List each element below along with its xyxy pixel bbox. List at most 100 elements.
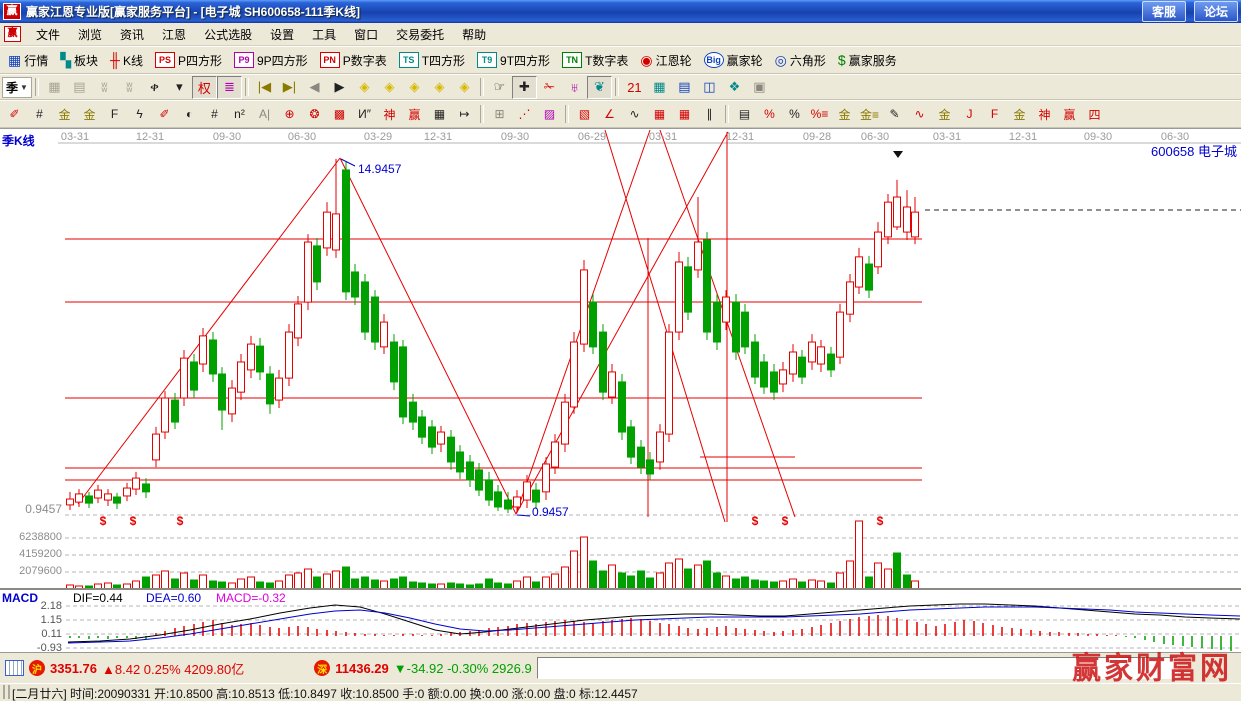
t9-square-button[interactable]: T99T四方形 <box>471 50 556 70</box>
p-number-table-button[interactable]: PNP数字表 <box>314 50 393 70</box>
calendar-button[interactable]: 21 <box>622 76 647 99</box>
percent-levels-tool[interactable]: %≡ <box>807 103 832 126</box>
wave-mark-tool[interactable]: И″ <box>352 103 377 126</box>
measure-tool[interactable]: ↦ <box>452 103 477 126</box>
rights-adjust-button[interactable]: 权 <box>192 76 217 99</box>
spring-tool[interactable]: ϟ <box>127 103 152 126</box>
zoom-fit-button[interactable]: ◈ <box>452 76 477 99</box>
f-line-tool[interactable]: F <box>982 103 1007 126</box>
t-number-table-button[interactable]: TNT数字表 <box>556 50 634 70</box>
gold-circle-tool[interactable]: 金 <box>832 103 857 126</box>
kline-button[interactable]: ╫K线 <box>104 50 149 70</box>
cut-tool-button[interactable]: ✁ <box>537 76 562 99</box>
wave-line-tool[interactable]: ∿ <box>622 103 647 126</box>
first-page-button[interactable]: |◀ <box>252 76 277 99</box>
red-grid-tool[interactable]: ▦ <box>647 103 672 126</box>
kline-canvas[interactable]: $$$$$$ <box>0 129 1241 652</box>
paint-tool[interactable]: ✐ <box>2 103 27 126</box>
percent-line-tool[interactable]: % <box>757 103 782 126</box>
winner-service-button[interactable]: $赢家服务 <box>832 50 903 70</box>
sectors-button[interactable]: ▚板块 <box>54 50 104 70</box>
fib-ruler-tool[interactable]: F <box>102 103 127 126</box>
date-axis-label: 12-31 <box>128 131 172 143</box>
hand-tool-button[interactable]: ☞ <box>487 76 512 99</box>
shen-line-tool[interactable]: 神 <box>1032 103 1057 126</box>
pen-tool[interactable]: ✎ <box>882 103 907 126</box>
t-square-button[interactable]: TST四方形 <box>393 50 471 70</box>
zoom-right-button[interactable]: ◈ <box>377 76 402 99</box>
shen-tool[interactable]: 神 <box>377 103 402 126</box>
chart-area[interactable]: $$$$$$ 季K线 600658 电子城 14.9457 0.9457 0.9… <box>0 128 1241 652</box>
gann-tool-button[interactable]: ♅ <box>562 76 587 99</box>
gold-line-tool[interactable]: 金 <box>1007 103 1032 126</box>
save-button[interactable]: ◫ <box>697 76 722 99</box>
menu-item[interactable]: 窗口 <box>345 23 387 46</box>
customer-service-button[interactable]: 客服 <box>1142 1 1186 22</box>
menu-item[interactable]: 帮助 <box>453 23 495 46</box>
p-square-button[interactable]: PSP四方形 <box>149 50 228 70</box>
red-wave-tool[interactable]: ∿ <box>907 103 932 126</box>
quotes-button[interactable]: ▦行情 <box>2 50 54 70</box>
zoom-in-button[interactable]: ◈ <box>427 76 452 99</box>
price-scale-tool[interactable]: ▤ <box>732 103 757 126</box>
gold-ruler-tool[interactable]: 金 <box>52 103 77 126</box>
zoom-left-button[interactable]: ◈ <box>352 76 377 99</box>
table123-tool[interactable]: ▦ <box>427 103 452 126</box>
menu-item[interactable]: 设置 <box>261 23 303 46</box>
gann-circle-tool[interactable]: ⊕ <box>277 103 302 126</box>
menu-item[interactable]: 江恩 <box>153 23 195 46</box>
title-bar[interactable]: 赢 赢家江恩专业版[赢家服务平台] - [电子城 SH600658-111季K线… <box>0 0 1241 23</box>
four-line-tool[interactable]: 四 <box>1082 103 1107 126</box>
fan-lines-tool[interactable]: ⋰ <box>512 103 537 126</box>
gann-grid-tool[interactable]: ▩ <box>327 103 352 126</box>
crosshair-tool-button[interactable]: ✚ <box>512 76 537 99</box>
status-bar: 沪 3351.76 ▲8.42 0.25% 4209.80亿 深 11436.2… <box>0 652 1241 683</box>
square-number-tool[interactable]: n² <box>227 103 252 126</box>
volume-profile-button[interactable]: ≣ <box>217 76 242 99</box>
spray-tool[interactable]: ✐ <box>152 103 177 126</box>
menu-item[interactable]: 文件 <box>27 23 69 46</box>
parallel-lines-tool[interactable]: ∥ <box>697 103 722 126</box>
menu-item[interactable]: 资讯 <box>111 23 153 46</box>
gann-star-tool[interactable]: ❂ <box>302 103 327 126</box>
last-page-button[interactable]: ▶| <box>277 76 302 99</box>
red-grid2-tool[interactable]: ▦ <box>672 103 697 126</box>
terminal-button[interactable]: ▣ <box>747 76 772 99</box>
calculator-button[interactable]: ▦ <box>647 76 672 99</box>
gold-ruler2-tool[interactable]: 金 <box>77 103 102 126</box>
gann-wheel-button[interactable]: ◉江恩轮 <box>634 50 697 70</box>
box-tool[interactable]: ⊞ <box>487 103 512 126</box>
time-cycle-tool[interactable]: ◐ <box>177 103 202 126</box>
zoom-out-button[interactable]: ◈ <box>402 76 427 99</box>
navigation-toolbar: 季▼▦▤ʬʬቀ▾权≣|◀▶|◀▶◈◈◈◈◈☞✚✁♅❦21▦▤◫❖▣ <box>0 74 1241 100</box>
menu-item[interactable]: 工具 <box>303 23 345 46</box>
prev-button[interactable]: ◀ <box>302 76 327 99</box>
menu-item[interactable]: 交易委托 <box>387 23 453 46</box>
brain-tool-button[interactable]: ❦ <box>587 76 612 99</box>
menu-item[interactable]: 浏览 <box>69 23 111 46</box>
notes-button[interactable]: ▤ <box>672 76 697 99</box>
candle-style-button[interactable]: ቀ <box>142 76 167 99</box>
percent-tool[interactable]: % <box>782 103 807 126</box>
angle-grid-tool[interactable]: ▨ <box>537 103 562 126</box>
candle-style-dropdown[interactable]: ▾ <box>167 76 192 99</box>
winner-wheel-button[interactable]: Big赢家轮 <box>698 50 769 70</box>
hexagon-button[interactable]: ◎六角形 <box>769 50 832 70</box>
ruler-tool[interactable]: # <box>27 103 52 126</box>
grid-ruler-tool[interactable]: # <box>202 103 227 126</box>
period-select[interactable]: 季▼ <box>2 77 32 98</box>
angle-line-tool[interactable]: ∠ <box>597 103 622 126</box>
p9-square-button[interactable]: P99P四方形 <box>228 50 314 70</box>
win-tool[interactable]: 赢 <box>402 103 427 126</box>
j-line-tool[interactable]: J <box>957 103 982 126</box>
gold-levels-tool[interactable]: 金≡ <box>857 103 882 126</box>
gold-angle-tool[interactable]: 金 <box>932 103 957 126</box>
win-line-tool[interactable]: 赢 <box>1057 103 1082 126</box>
menu-item[interactable]: 公式选股 <box>195 23 261 46</box>
shade-grid-tool[interactable]: ▧ <box>572 103 597 126</box>
text-tool[interactable]: A| <box>252 103 277 126</box>
market-table-icon[interactable] <box>5 660 24 676</box>
forum-button[interactable]: 论坛 <box>1194 1 1238 22</box>
data-transfer-button[interactable]: ❖ <box>722 76 747 99</box>
next-button[interactable]: ▶ <box>327 76 352 99</box>
